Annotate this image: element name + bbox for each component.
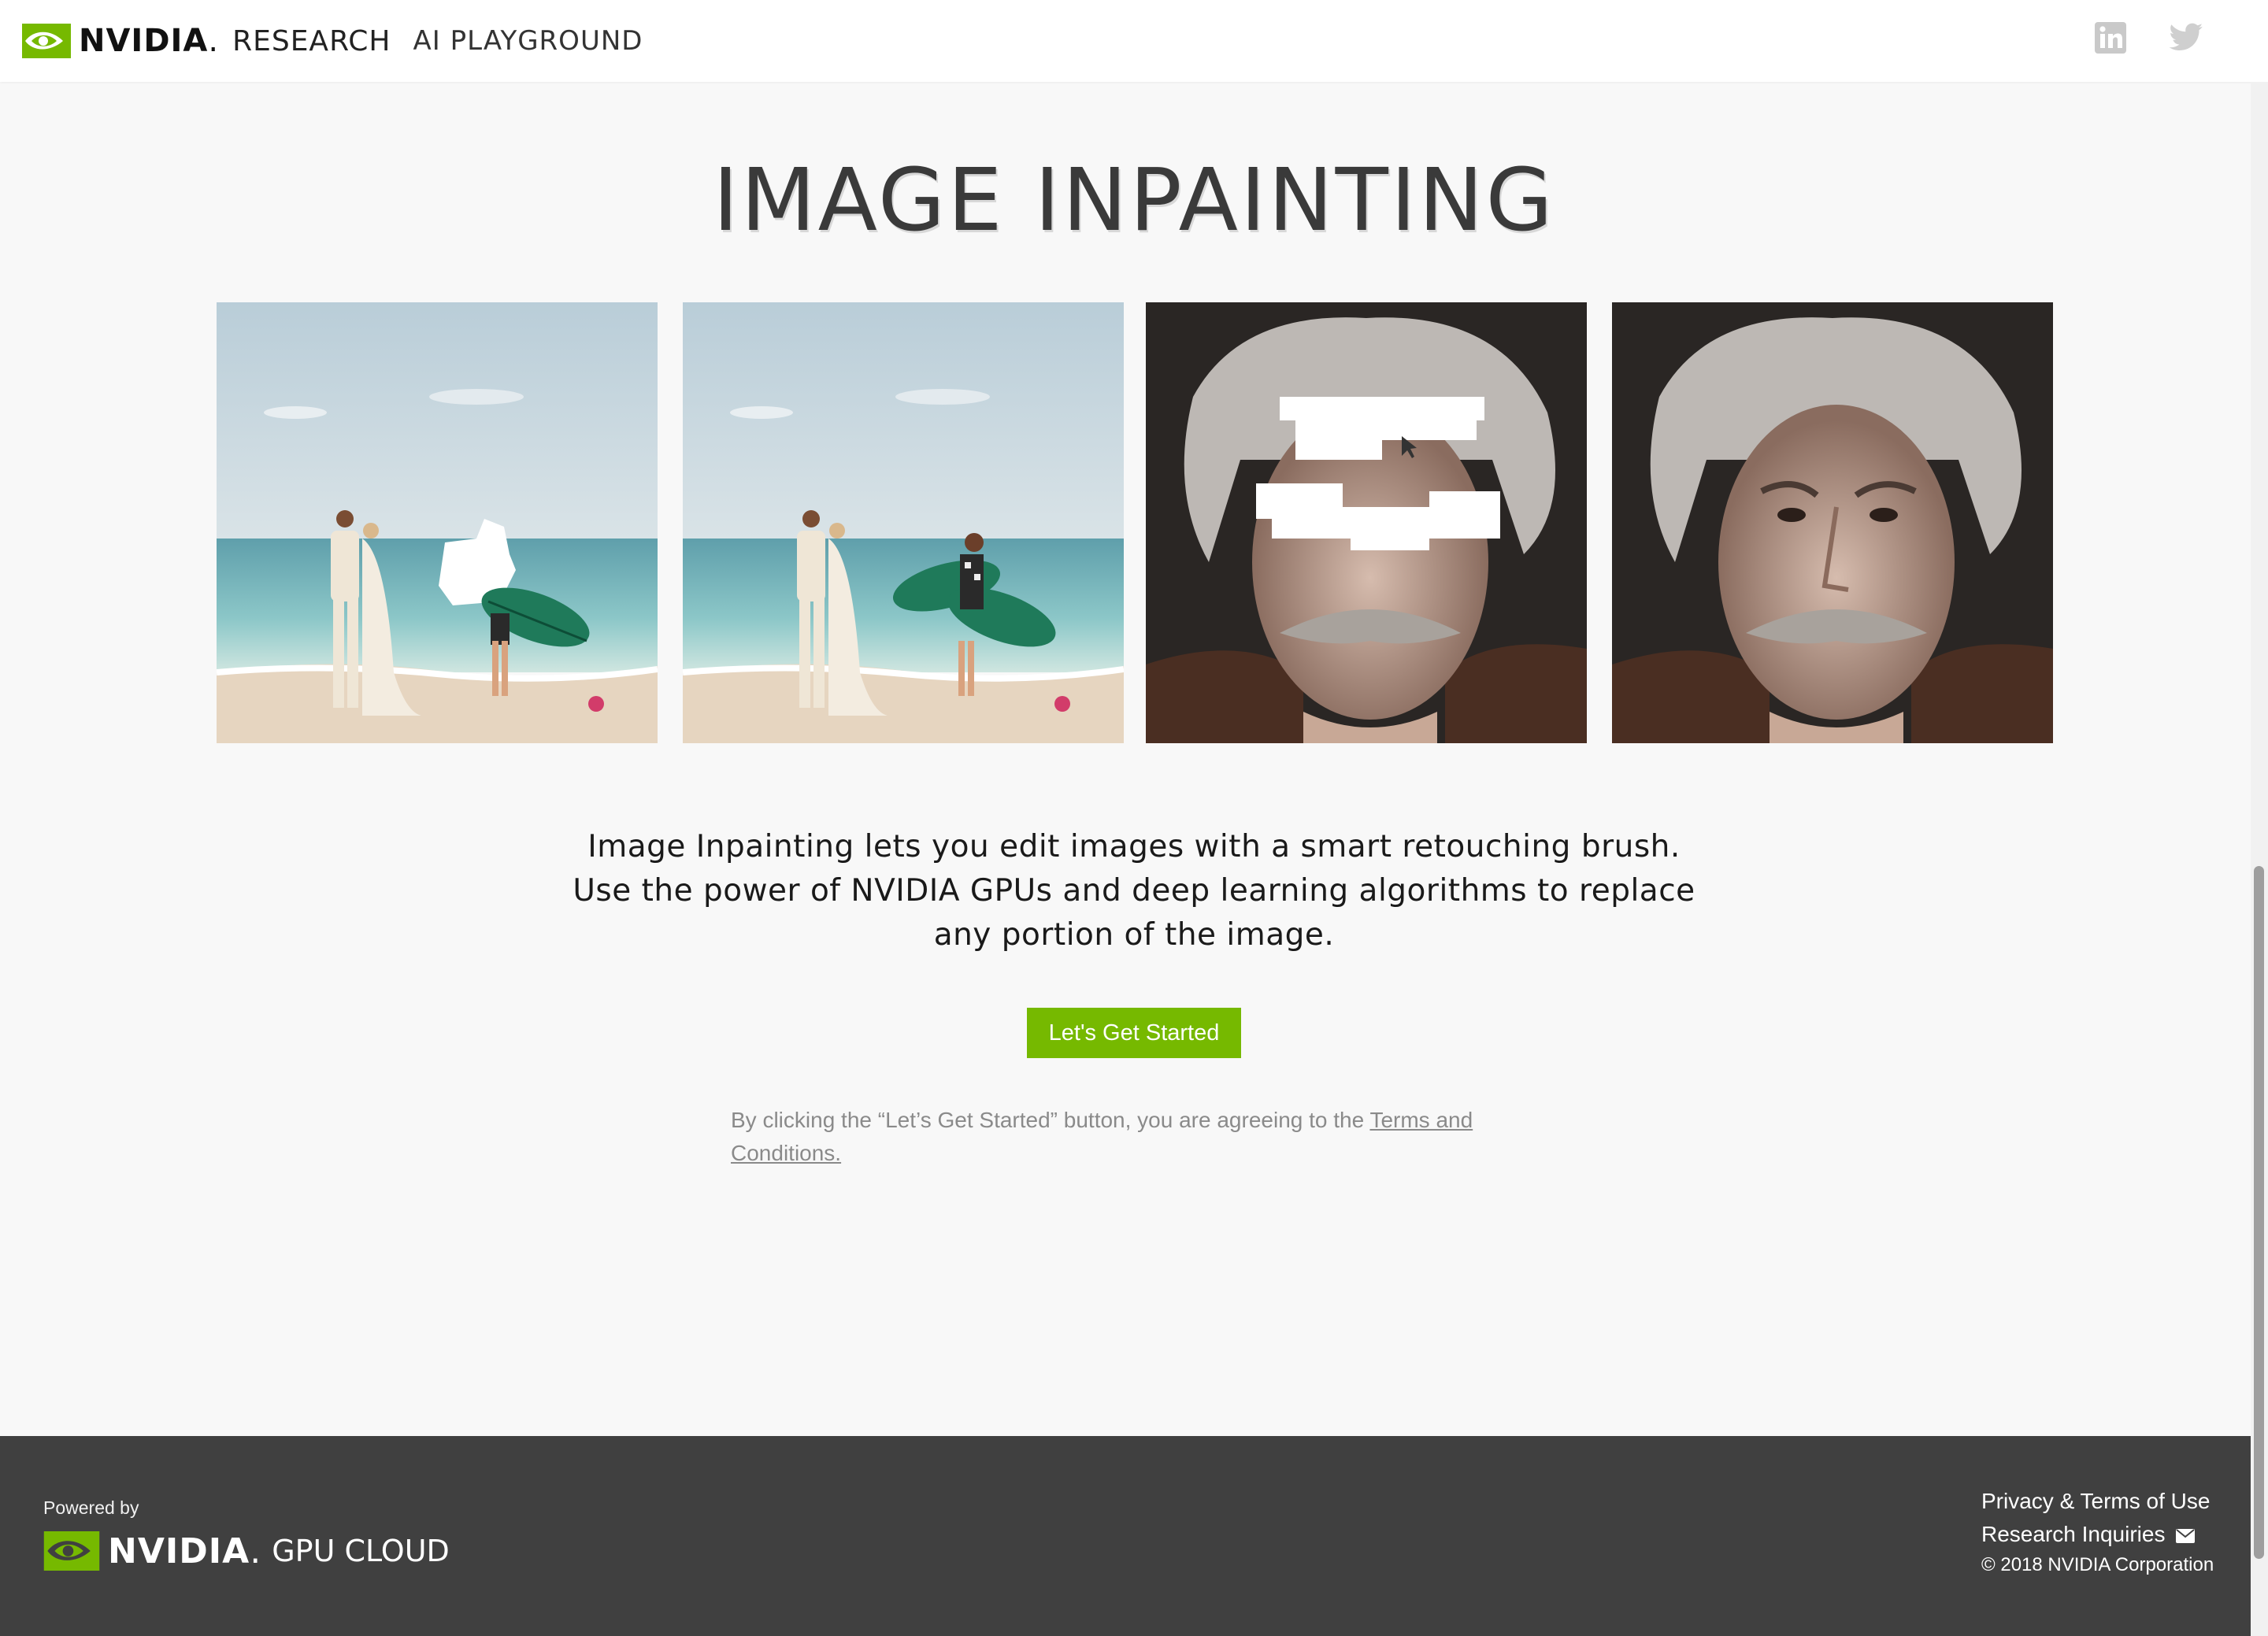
nvidia-wordmark: NVIDIA bbox=[108, 1531, 250, 1571]
mail-icon bbox=[2176, 1528, 2196, 1543]
beach-masked-picture bbox=[217, 302, 658, 743]
portrait-masked-picture bbox=[1146, 302, 1587, 743]
research-label: RESEARCH bbox=[232, 24, 391, 57]
powered-by-label: Powered by bbox=[43, 1497, 139, 1518]
page-footer: Powered by NVIDIA. GPU CLOUD Privacy & T… bbox=[0, 1436, 2251, 1636]
ai-playground-label: AI PLAYGROUND bbox=[413, 25, 643, 57]
terms-text: By clicking the “Let’s Get Started” butt… bbox=[731, 1108, 1370, 1132]
copyright-text: © 2018 NVIDIA Corporation bbox=[1981, 1554, 2214, 1575]
gpu-cloud-label: GPU CLOUD bbox=[272, 1534, 450, 1568]
beach-inpainted-picture bbox=[683, 302, 1124, 743]
intro-description: Image Inpainting lets you edit images wi… bbox=[504, 825, 1764, 957]
get-started-button[interactable]: Let's Get Started bbox=[1027, 1008, 1241, 1058]
description-line: Image Inpainting lets you edit images wi… bbox=[587, 829, 1681, 864]
beach-inpainted-image bbox=[683, 302, 1124, 743]
page-title: IMAGE INPAINTING bbox=[713, 150, 1555, 250]
linkedin-icon bbox=[2095, 22, 2126, 54]
description-line: Use the power of NVIDIA GPUs and deep le… bbox=[573, 873, 1695, 909]
nvidia-eye-icon bbox=[22, 24, 71, 58]
research-inquiries-label: Research Inquiries bbox=[1981, 1522, 2166, 1546]
portrait-inpainted-image bbox=[1612, 302, 2053, 743]
linkedin-link[interactable] bbox=[2092, 19, 2129, 57]
twitter-link[interactable] bbox=[2167, 19, 2205, 57]
portrait-inpainted-picture bbox=[1612, 302, 2053, 743]
beach-masked-image bbox=[217, 302, 658, 743]
research-inquiries-link[interactable]: Research Inquiries bbox=[1981, 1518, 2214, 1551]
footer-links: Privacy & Terms of Use Research Inquirie… bbox=[1981, 1485, 2214, 1579]
portrait-masked-image bbox=[1146, 302, 1587, 743]
nvidia-gpu-cloud-logo[interactable]: NVIDIA. GPU CLOUD bbox=[43, 1527, 450, 1575]
terms-notice: By clicking the “Let’s Get Started” butt… bbox=[731, 1104, 1550, 1170]
description-line: any portion of the image. bbox=[933, 917, 1335, 953]
top-navbar: NVIDIA. RESEARCH AI PLAYGROUND bbox=[0, 0, 2268, 82]
scrollbar-thumb[interactable] bbox=[2254, 866, 2264, 1559]
twitter-icon bbox=[2169, 23, 2203, 51]
nvidia-wordmark: NVIDIA bbox=[79, 23, 209, 59]
nvidia-research-logo[interactable]: NVIDIA. RESEARCH AI PLAYGROUND bbox=[22, 17, 643, 65]
privacy-terms-link[interactable]: Privacy & Terms of Use bbox=[1981, 1485, 2214, 1518]
nvidia-eye-icon bbox=[43, 1531, 100, 1571]
